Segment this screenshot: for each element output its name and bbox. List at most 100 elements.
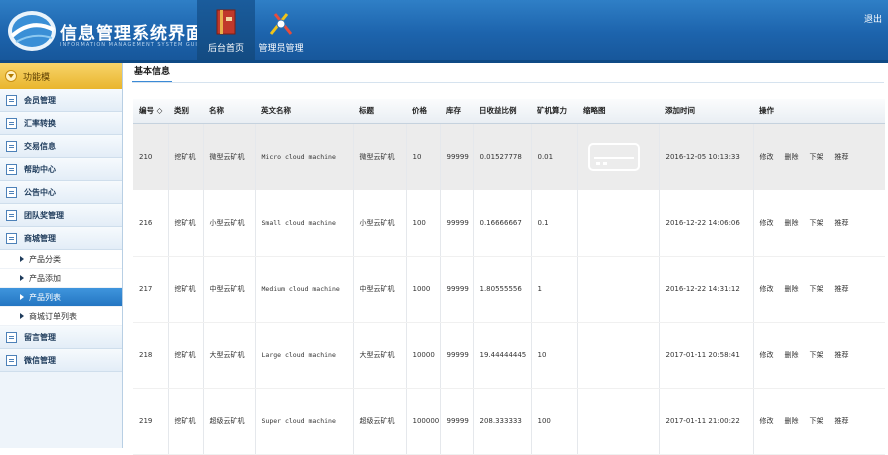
- cell-en-name: Large cloud machine: [254, 322, 353, 389]
- cell-id: 218: [133, 322, 168, 389]
- product-table: 编号 ◇ 类别 名称 英文名称 标题 价格 库存 日收益比例 矿机算力 缩略图 …: [133, 99, 885, 455]
- sidebar-item-mall[interactable]: 商城管理: [0, 227, 122, 250]
- cell-thumbnail: [576, 322, 659, 389]
- cell-stock: 99999: [439, 123, 473, 190]
- cell-category: 挖矿机: [167, 322, 203, 389]
- edit-button[interactable]: 修改: [760, 416, 774, 426]
- column-header-thumbnail: 缩略图: [577, 99, 659, 124]
- arrow-right-icon: [20, 313, 24, 319]
- sidebar-item-label: 会员管理: [24, 95, 56, 105]
- sidebar-item-members[interactable]: 会员管理: [0, 89, 122, 112]
- sort-icon: ◇: [156, 106, 163, 116]
- sidebar-item-help[interactable]: 帮助中心: [0, 158, 122, 181]
- column-header-stock: 库存: [440, 99, 473, 124]
- delete-button[interactable]: 删除: [785, 152, 799, 162]
- sidebar-item-label: 帮助中心: [24, 164, 56, 174]
- book-icon: [216, 9, 236, 35]
- sidebar-item-transactions[interactable]: 交易信息: [0, 135, 122, 158]
- unlist-button[interactable]: 下架: [810, 284, 824, 294]
- top-header: 信息管理系统界面 INFORMATION MANAGEMENT SYSTEM G…: [0, 0, 888, 63]
- cell-id: 219: [133, 388, 168, 455]
- column-header-title: 标题: [353, 99, 406, 124]
- sidebar-item-exchange[interactable]: 汇率转换: [0, 112, 122, 135]
- cell-power: 10: [530, 322, 577, 389]
- sidebar-item-label: 商城管理: [24, 233, 56, 243]
- sidebar-item-wechat[interactable]: 微信管理: [0, 349, 122, 372]
- recommend-button[interactable]: 推荐: [835, 284, 849, 294]
- delete-button[interactable]: 删除: [785, 284, 799, 294]
- cell-ratio: 19.44444445: [472, 322, 531, 389]
- calendar-icon: [6, 232, 17, 244]
- sidebar-item-label: 交易信息: [24, 141, 56, 151]
- sidebar-subitem-label: 产品列表: [29, 292, 61, 302]
- cell-actions: 修改 删除 下架 推荐: [752, 256, 885, 323]
- cell-thumbnail: [576, 388, 659, 455]
- unlist-button[interactable]: 下架: [810, 416, 824, 426]
- sidebar-item-label: 微信管理: [24, 355, 56, 365]
- delete-button[interactable]: 删除: [785, 416, 799, 426]
- delete-button[interactable]: 删除: [785, 350, 799, 360]
- column-header-id[interactable]: 编号 ◇: [133, 99, 168, 124]
- logout-link[interactable]: 退出: [864, 12, 882, 25]
- cell-time: 2016-12-22 14:06:06: [658, 190, 753, 257]
- unlist-button[interactable]: 下架: [810, 350, 824, 360]
- cell-ratio: 0.01527778: [472, 123, 531, 190]
- cell-actions: 修改 删除 下架 推荐: [752, 123, 885, 190]
- cell-category: 挖矿机: [167, 388, 203, 455]
- nav-home[interactable]: 后台首页: [197, 0, 255, 60]
- cell-name: 大型云矿机: [202, 322, 255, 389]
- cell-ratio: 0.16666667: [472, 190, 531, 257]
- cell-stock: 99999: [439, 256, 473, 323]
- nav-admin[interactable]: 管理员管理: [252, 0, 310, 60]
- edit-icon: [6, 186, 17, 198]
- edit-button[interactable]: 修改: [760, 284, 774, 294]
- sidebar-item-notices[interactable]: 公告中心: [0, 181, 122, 204]
- section-title: 基本信息: [132, 65, 173, 83]
- recommend-button[interactable]: 推荐: [835, 416, 849, 426]
- cell-title: 大型云矿机: [352, 322, 406, 389]
- arrow-right-icon: [20, 294, 24, 300]
- sidebar-item-messages[interactable]: 留言管理: [0, 326, 122, 349]
- edit-button[interactable]: 修改: [760, 218, 774, 228]
- cell-name: 超级云矿机: [202, 388, 255, 455]
- cell-power: 1: [530, 256, 577, 323]
- sidebar-subitem-orders[interactable]: 商城订单列表: [0, 307, 122, 326]
- sidebar-item-label: 公告中心: [24, 187, 56, 197]
- table-row: 217 挖矿机 中型云矿机 Medium cloud machine 中型云矿机…: [133, 256, 885, 323]
- nav-admin-label: 管理员管理: [258, 44, 304, 54]
- server-thumbnail-icon: [587, 142, 640, 171]
- delete-button[interactable]: 删除: [785, 218, 799, 228]
- cell-title: 小型云矿机: [352, 190, 406, 257]
- chevron-down-icon: [5, 70, 17, 82]
- sidebar-subitem-categories[interactable]: 产品分类: [0, 250, 122, 269]
- unlist-button[interactable]: 下架: [810, 152, 824, 162]
- cell-thumbnail: [576, 123, 659, 190]
- column-header-category: 类别: [168, 99, 203, 124]
- edit-button[interactable]: 修改: [760, 350, 774, 360]
- recommend-button[interactable]: 推荐: [835, 152, 849, 162]
- arrow-right-icon: [20, 256, 24, 262]
- edit-button[interactable]: 修改: [760, 152, 774, 162]
- tools-icon: [269, 13, 293, 35]
- cell-category: 挖矿机: [167, 190, 203, 257]
- cell-stock: 99999: [439, 190, 473, 257]
- column-header-name: 名称: [203, 99, 255, 124]
- sidebar-item-label: 留言管理: [24, 332, 56, 342]
- app-title: 信息管理系统界面: [60, 24, 204, 44]
- cell-name: 中型云矿机: [202, 256, 255, 323]
- unlist-button[interactable]: 下架: [810, 218, 824, 228]
- cell-name: 小型云矿机: [202, 190, 255, 257]
- sidebar-item-team-bonus[interactable]: 团队奖管理: [0, 204, 122, 227]
- table-row: 219 挖矿机 超级云矿机 Super cloud machine 超级云矿机 …: [133, 388, 885, 455]
- table-header-row: 编号 ◇ 类别 名称 英文名称 标题 价格 库存 日收益比例 矿机算力 缩略图 …: [133, 99, 885, 124]
- recommend-button[interactable]: 推荐: [835, 350, 849, 360]
- table-row: 218 挖矿机 大型云矿机 Large cloud machine 大型云矿机 …: [133, 322, 885, 389]
- recommend-button[interactable]: 推荐: [835, 218, 849, 228]
- cell-en-name: Super cloud machine: [254, 388, 353, 455]
- sidebar-subitem-add-product[interactable]: 产品添加: [0, 269, 122, 288]
- sidebar-subitem-product-list[interactable]: 产品列表: [0, 288, 122, 307]
- cell-stock: 99999: [439, 322, 473, 389]
- cell-en-name: Micro cloud machine: [254, 123, 353, 190]
- cell-price: 100000: [405, 388, 440, 455]
- cell-actions: 修改 删除 下架 推荐: [752, 190, 885, 257]
